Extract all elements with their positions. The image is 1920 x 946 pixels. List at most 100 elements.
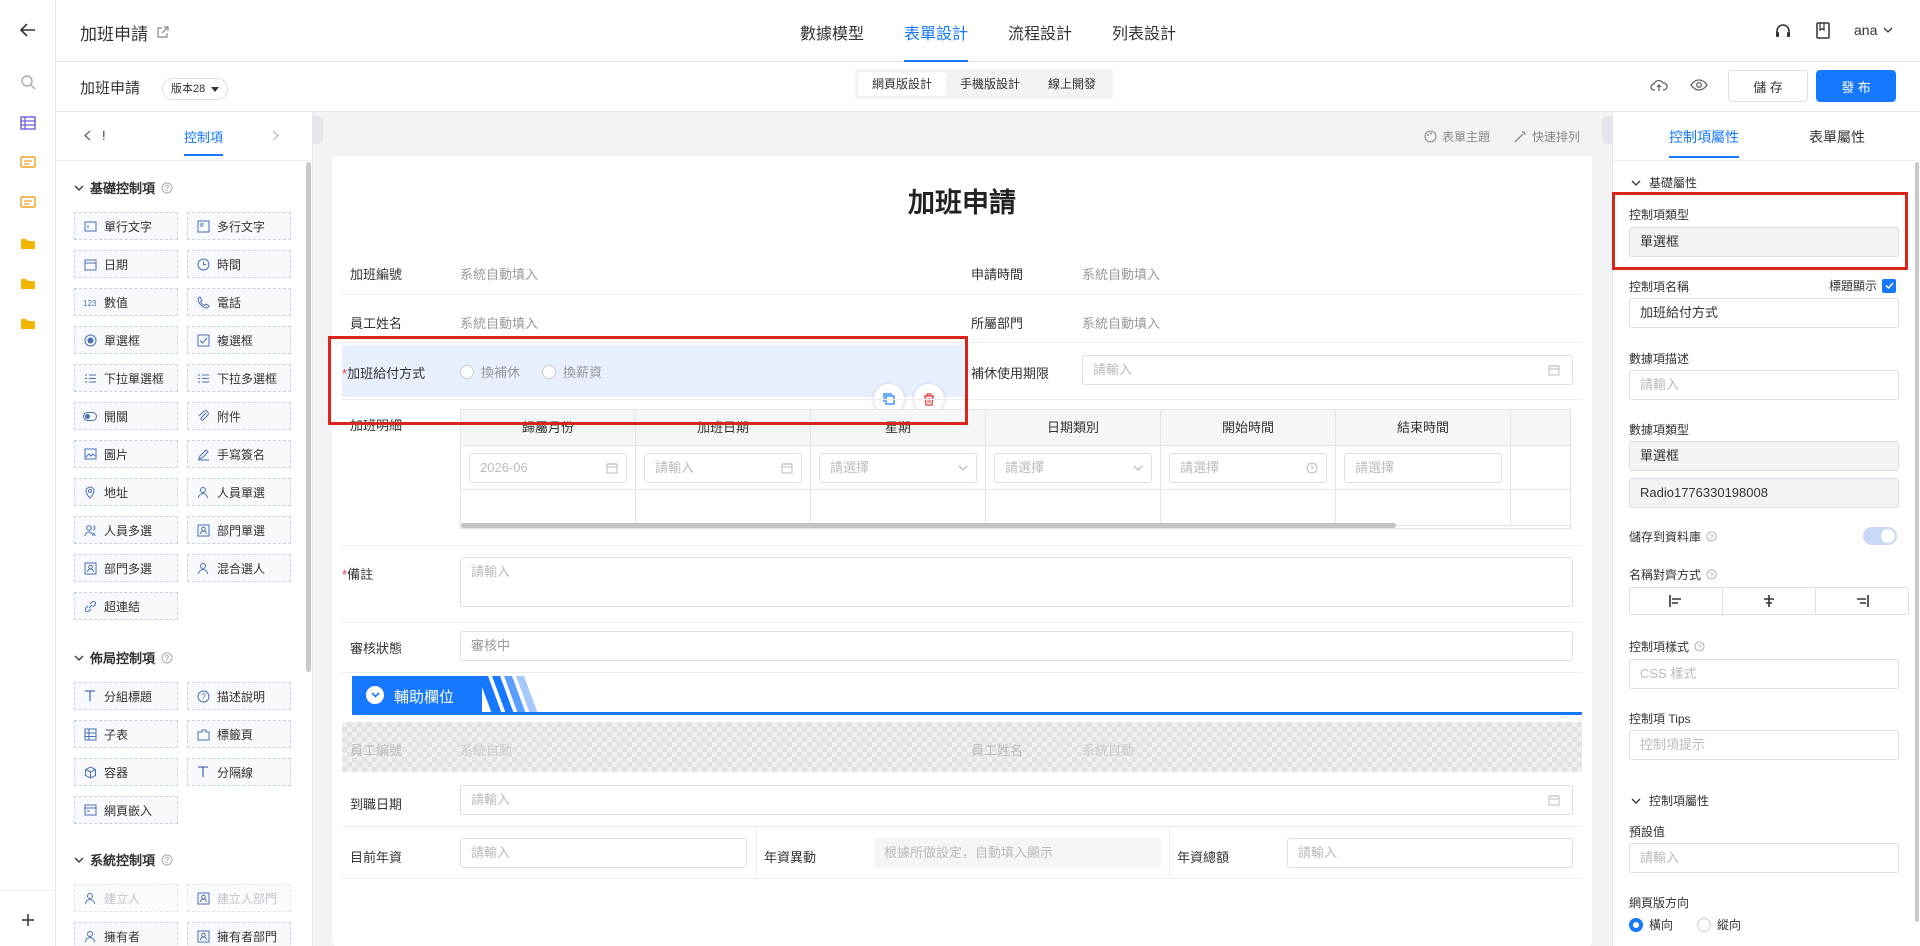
palette-divider-line[interactable]: 分隔線 (187, 758, 291, 786)
palette-user-multi[interactable]: 人員多選 (74, 516, 178, 544)
section-layout[interactable]: 佈局控制項 ? (74, 648, 173, 667)
preview-eye-icon[interactable] (1690, 79, 1708, 91)
section-system[interactable]: 系統控制項 ? (74, 850, 173, 869)
palette-hyperlink[interactable]: 超連結 (74, 592, 178, 620)
save-button[interactable]: 儲 存 (1728, 70, 1808, 102)
help-icon[interactable]: ? (161, 182, 173, 194)
seniority-input[interactable]: 請輸入 (460, 838, 747, 868)
leave-period-input[interactable]: 請輸入 (1082, 355, 1573, 385)
tips-input[interactable]: 控制項提示 (1629, 730, 1899, 760)
document-icon[interactable] (1816, 22, 1830, 39)
palette-scrollbar[interactable] (306, 162, 311, 672)
palette-dropdown-single[interactable]: 下拉單選框 (74, 364, 178, 392)
tab-list-design[interactable]: 列表設計 (1112, 20, 1176, 62)
palette-tab-marker[interactable]: ! (102, 128, 106, 143)
palette-date[interactable]: 日期 (74, 250, 178, 278)
left-collapse-handle[interactable] (313, 116, 323, 144)
help-icon[interactable]: ? (1706, 531, 1717, 542)
palette-number[interactable]: 123 數值 (74, 288, 178, 316)
calendar-icon[interactable] (1548, 364, 1560, 376)
palette-time[interactable]: 時間 (187, 250, 291, 278)
tab-controls[interactable]: 控制項 (184, 127, 224, 156)
palette-dropdown-multi[interactable]: 下拉多選框 (187, 364, 291, 392)
folder-icon[interactable] (18, 233, 38, 253)
version-select[interactable]: 版本28 (162, 78, 229, 100)
tab-flow-design[interactable]: 流程設計 (1008, 20, 1072, 62)
table-h-scrollbar[interactable] (461, 523, 1396, 528)
ot-date-input[interactable]: 請輸入 (644, 453, 802, 483)
table-icon[interactable] (18, 113, 38, 133)
headset-icon[interactable] (1774, 22, 1792, 40)
cloud-upload-icon[interactable] (1650, 78, 1668, 92)
date-type-select[interactable]: 請選擇 (994, 453, 1152, 483)
data-description-input[interactable]: 請輸入 (1629, 370, 1899, 400)
align-left-icon[interactable] (1630, 588, 1723, 614)
align-right-icon[interactable] (1816, 588, 1908, 614)
palette-checkbox[interactable]: 複選框 (187, 326, 291, 354)
palette-subtable[interactable]: 子表 (74, 720, 178, 748)
back-arrow-icon[interactable] (18, 20, 38, 40)
seniority-total-input[interactable]: 請輸入 (1287, 838, 1573, 868)
help-icon[interactable]: ? (161, 652, 173, 664)
palette-dept-single[interactable]: 部門單選 (187, 516, 291, 544)
section-basic[interactable]: 基礎控制項 ? (74, 178, 173, 197)
mode-web[interactable]: 網頁版設計 (858, 72, 947, 96)
chevron-right-icon[interactable] (272, 130, 279, 141)
section-basic-props[interactable]: 基礎屬性 (1631, 174, 1697, 191)
mode-mobile[interactable]: 手機版設計 (946, 72, 1034, 96)
chevron-left-icon[interactable] (84, 130, 91, 141)
help-icon[interactable]: ? (1694, 641, 1705, 652)
palette-description[interactable]: ? 描述說明 (187, 682, 291, 710)
chevron-down-icon[interactable] (366, 686, 384, 704)
palette-container[interactable]: 容器 (74, 758, 178, 786)
section-control-props[interactable]: 控制項屬性 (1631, 792, 1709, 809)
palette-tab-page[interactable]: 標籤頁 (187, 720, 291, 748)
quick-arrange-button[interactable]: 快速排列 (1514, 128, 1580, 145)
palette-switch[interactable]: 開關 (74, 402, 178, 430)
start-time-select[interactable]: 請選擇 (1169, 453, 1327, 483)
show-title-checkbox[interactable]: 標題顯示 (1829, 277, 1897, 294)
palette-address[interactable]: 地址 (74, 478, 178, 506)
palette-user-single[interactable]: 人員單選 (187, 478, 291, 506)
css-style-input[interactable]: CSS 樣式 (1629, 659, 1899, 689)
group-title-aux[interactable]: 輔助欄位 (352, 676, 1582, 718)
month-input[interactable]: 2026-06 (469, 453, 627, 483)
palette-phone[interactable]: 電話 (187, 288, 291, 316)
palette-attachment[interactable]: 附件 (187, 402, 291, 430)
form-theme-button[interactable]: 表單主題 (1424, 128, 1490, 145)
direction-horizontal-radio[interactable]: 橫向 (1629, 916, 1673, 933)
tab-control-properties[interactable]: 控制項屬性 (1669, 127, 1739, 158)
mode-online[interactable]: 線上開發 (1034, 72, 1110, 96)
weekday-select[interactable]: 請選擇 (819, 453, 977, 483)
palette-image[interactable]: 圖片 (74, 440, 178, 468)
remarks-textarea[interactable]: 請輸入 (460, 557, 1573, 607)
properties-scrollbar[interactable] (1915, 162, 1919, 922)
external-link-icon[interactable] (156, 26, 169, 39)
palette-creator-dept[interactable]: 建立人部門 (187, 884, 291, 912)
end-time-select[interactable]: 請選擇 (1344, 453, 1502, 483)
palette-single-line-text[interactable]: 單行文字 (74, 212, 178, 240)
palette-mixed-select[interactable]: 混合選人 (187, 554, 291, 582)
control-name-input[interactable]: 加班給付方式 (1629, 298, 1899, 328)
palette-owner-dept[interactable]: 擁有者部門 (187, 922, 291, 946)
publish-button[interactable]: 發 布 (1816, 70, 1896, 102)
tab-form-properties[interactable]: 表單屬性 (1809, 127, 1865, 147)
palette-multi-line-text[interactable]: 多行文字 (187, 212, 291, 240)
folder-icon[interactable] (18, 273, 38, 293)
tab-data-model[interactable]: 數據模型 (800, 20, 864, 62)
add-icon[interactable] (18, 910, 38, 930)
folder-icon[interactable] (18, 313, 38, 333)
direction-vertical-radio[interactable]: 縱向 (1697, 916, 1741, 933)
palette-signature[interactable]: 手寫簽名 (187, 440, 291, 468)
palette-owner[interactable]: 擁有者 (74, 922, 178, 946)
tab-form-design[interactable]: 表單設計 (904, 20, 969, 62)
help-icon[interactable]: ? (161, 854, 173, 866)
palette-creator[interactable]: 建立人 (74, 884, 178, 912)
join-date-input[interactable]: 請輸入 (460, 785, 1573, 815)
default-value-input[interactable]: 請輸入 (1629, 843, 1899, 873)
palette-web-embed[interactable]: 網頁嵌入 (74, 796, 178, 824)
calendar-icon[interactable] (1548, 794, 1560, 806)
chat-form-icon[interactable] (18, 193, 38, 213)
palette-radio[interactable]: 單選框 (74, 326, 178, 354)
user-menu[interactable]: ana (1854, 22, 1893, 38)
